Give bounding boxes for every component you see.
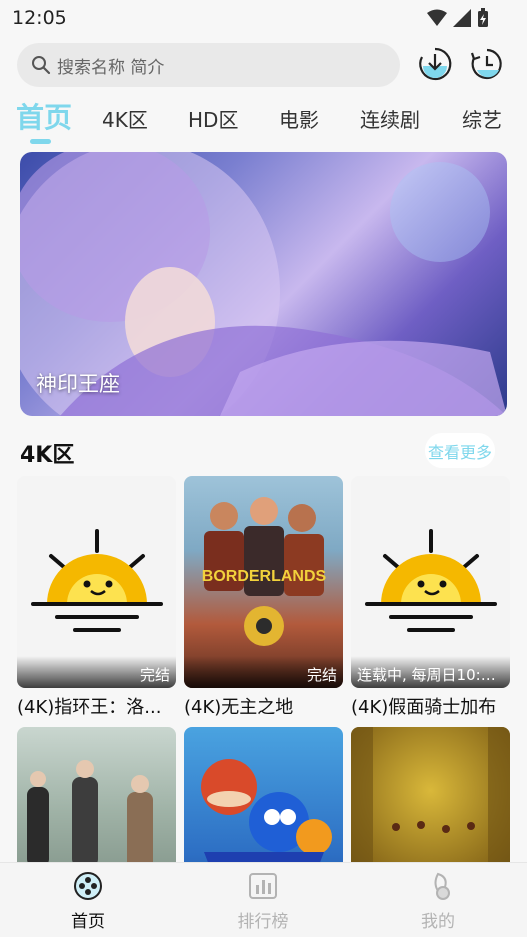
search-input[interactable]: 搜索名称 简介 (17, 43, 400, 87)
card-title: (4K)指环王：洛... (17, 697, 162, 718)
featured-banner[interactable]: 神印王座 (20, 152, 507, 416)
battery-icon (478, 8, 488, 27)
status-icons (427, 8, 489, 28)
status-badge: 完结 (184, 656, 343, 688)
search-icon (32, 56, 51, 75)
tab-indicator (30, 139, 51, 144)
poster-placeholder: 完结 (17, 476, 176, 688)
video-card[interactable]: 完结 (4K)指环王：洛... (17, 476, 176, 719)
poster-placeholder: 连载中, 每周日10:0... (351, 476, 510, 688)
nav-ranking[interactable]: 排行榜 (213, 871, 313, 932)
poster-image: BORDERLANDS 完结 (184, 476, 343, 688)
status-badge: 连载中, 每周日10:0... (351, 656, 510, 688)
bottom-navigation: 首页 排行榜 我的 (0, 862, 527, 937)
download-icon (419, 47, 452, 81)
view-more-button[interactable]: 查看更多 (425, 433, 495, 468)
signal-icon (453, 9, 471, 27)
history-icon (470, 48, 502, 80)
search-placeholder: 搜索名称 简介 (57, 57, 165, 78)
chart-icon (249, 873, 277, 899)
wifi-icon (427, 9, 447, 26)
nav-home-label: 首页 (71, 912, 105, 932)
category-tabs: 首页 4K区 HD区 电影 连续剧 综艺 (0, 96, 527, 146)
nav-home[interactable]: 首页 (38, 871, 138, 932)
status-bar: 12:05 (0, 0, 527, 36)
profile-icon (434, 872, 450, 900)
status-time: 12:05 (12, 7, 67, 29)
video-card[interactable]: BORDERLANDS 完结 (4K)无主之地 (184, 476, 343, 719)
tab-series[interactable]: 连续剧 (360, 104, 420, 133)
card-title: (4K)假面骑士加布 (351, 697, 497, 718)
banner-title: 神印王座 (36, 372, 120, 396)
section-title: 4K区 (20, 443, 75, 468)
tab-home[interactable]: 首页 (16, 96, 72, 136)
nav-profile[interactable]: 我的 (388, 871, 488, 932)
tab-movies[interactable]: 电影 (279, 104, 319, 133)
download-button[interactable] (417, 46, 453, 82)
film-reel-icon (74, 872, 102, 900)
svg-text:BORDERLANDS: BORDERLANDS (202, 568, 327, 585)
video-card[interactable]: 连载中, 每周日10:0... (4K)假面骑士加布 (351, 476, 510, 719)
history-button[interactable] (469, 46, 505, 82)
nav-ranking-label: 排行榜 (237, 912, 289, 932)
card-title: (4K)无主之地 (184, 697, 294, 718)
tab-hd[interactable]: HD区 (188, 104, 238, 133)
nav-profile-label: 我的 (421, 912, 455, 932)
tab-4k[interactable]: 4K区 (102, 104, 148, 133)
status-badge: 完结 (17, 656, 176, 688)
tab-variety[interactable]: 综艺 (462, 104, 502, 133)
